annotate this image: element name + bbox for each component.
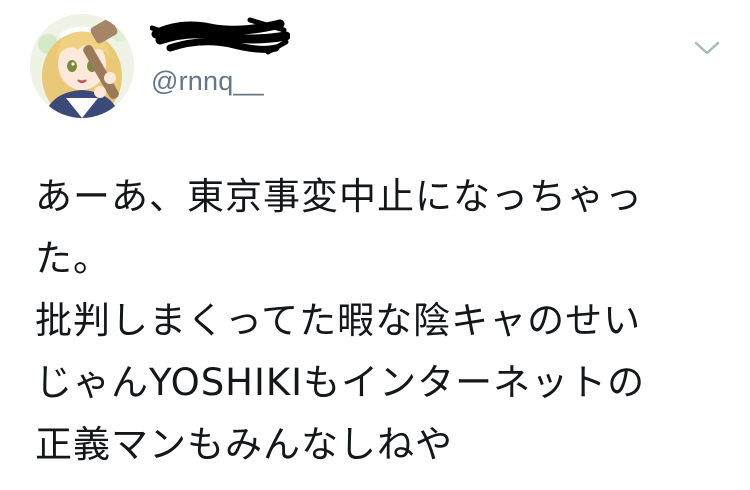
avatar[interactable] [30,14,134,118]
tweet-text-line: た。 [35,237,111,280]
tweet-menu-button[interactable] [693,38,721,58]
tweet-text-line: 正義マンもみんなしねや [35,423,453,466]
tweet: chuko @rnnq__ あーあ、東京事変中止になっちゃっ た。 批判しまくっ… [0,0,750,490]
tweet-text-line: あーあ、東京事変中止になっちゃっ [35,175,643,218]
tweet-text: あーあ、東京事変中止になっちゃっ た。 批判しまくってた暇な陰キャのせい じゃん… [35,166,735,476]
avatar-illustration [30,14,134,118]
tweet-text-line: 批判しまくってた暇な陰キャのせい [35,299,642,342]
name-redaction-scribble [150,17,290,55]
tweet-text-line: じゃんYOSHIKIもインターネットの [35,361,646,404]
chevron-down-icon [694,41,720,55]
user-handle[interactable]: @rnnq__ [151,66,264,97]
